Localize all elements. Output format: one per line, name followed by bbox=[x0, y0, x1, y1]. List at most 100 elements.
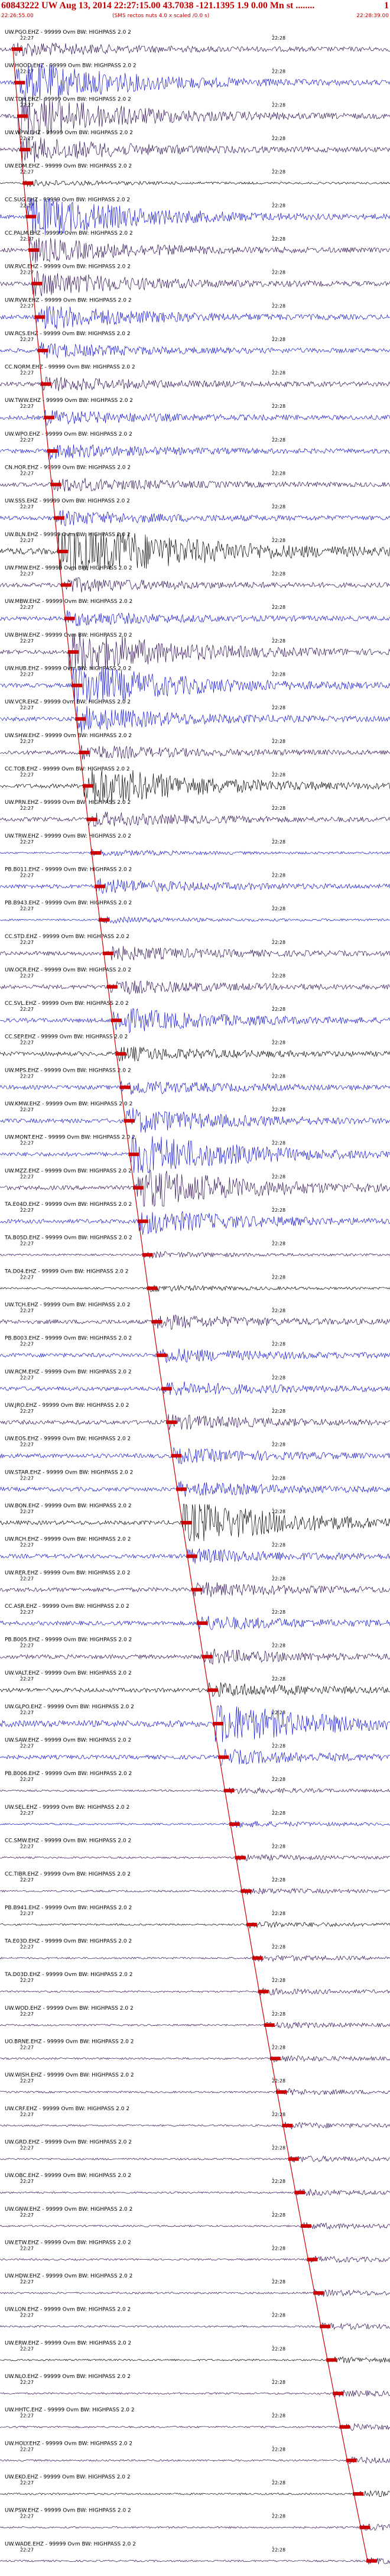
time-tick-label: 22:28 bbox=[272, 2112, 285, 2117]
channel-label: UW.MZZ.EHZ - 99999 Ovm BW: HIGHPASS 2.0 … bbox=[5, 1168, 132, 1174]
channel-label: UW.PGO.EHZ - 99999 Ovm BW: HIGHPASS 2.0 … bbox=[5, 30, 131, 35]
channel-label: TA.D03D.EHZ - 99999 Ovm BW: HIGHPASS 2.0… bbox=[4, 1972, 132, 1978]
time-tick-label: 22:28 bbox=[272, 2547, 285, 2552]
time-tick-label: 22:28 bbox=[272, 1911, 285, 1916]
time-tick-label: 22:28 bbox=[272, 1308, 285, 1313]
time-tick-label: 22:27 bbox=[20, 672, 34, 677]
time-tick-label: 22:27 bbox=[20, 2313, 34, 2318]
waveform-trace bbox=[0, 666, 390, 704]
waveform-trace bbox=[0, 410, 390, 426]
channel-row: UW.PRN.EHZ - 99999 Ovm BW: HIGHPASS 2.0 … bbox=[0, 800, 390, 827]
waveform-trace bbox=[0, 2557, 390, 2565]
channel-label: UW.TRW.EHZ - 99999 Ovm BW: HIGHPASS 2.0 … bbox=[5, 833, 131, 839]
time-tick-label: 22:27 bbox=[20, 1442, 34, 1448]
channel-label: PB.B003.EHZ - 99999 Ovm BW: HIGHPASS 2.0… bbox=[5, 1336, 132, 1342]
waveform-trace bbox=[0, 43, 390, 57]
channel-row: CC.SVL.EHZ - 99999 Ovm BW: HIGHPASS 2.0 … bbox=[0, 1001, 390, 1034]
channel-label: UW.NLO.EHZ - 99999 Ovm BW: HIGHPASS 2.0 … bbox=[5, 2374, 131, 2380]
time-tick-label: 22:27 bbox=[20, 1107, 34, 1112]
waveform-trace bbox=[0, 2490, 390, 2497]
channel-row: UW.JRO.EHZ - 99999 Ovm BW: HIGHPASS 2.0 … bbox=[0, 1403, 390, 1430]
channel-row: UW.TCH.EHZ - 99999 Ovm BW: HIGHPASS 2.0 … bbox=[0, 1302, 390, 1330]
time-tick-label: 22:28 bbox=[272, 35, 285, 41]
waveform-trace bbox=[0, 2322, 390, 2330]
channel-row: UW.NLO.EHZ - 99999 Ovm BW: HIGHPASS 2.0 … bbox=[0, 2374, 390, 2397]
waveform-trace bbox=[0, 577, 390, 593]
time-tick-label: 22:27 bbox=[20, 1710, 34, 1715]
time-tick-label: 22:28 bbox=[272, 1877, 285, 1883]
time-tick-label: 22:28 bbox=[272, 1543, 285, 1548]
pick-marker bbox=[366, 2559, 377, 2563]
channel-row: CC.SUG.EHZ - 99999 Ovm BW: HIGHPASS 2.0 … bbox=[0, 197, 390, 235]
time-tick-label: 22:28 bbox=[272, 303, 285, 309]
channel-label: UW.FMW.EHZ - 99999 Ovm BW: HIGHPASS 2.0 … bbox=[5, 566, 132, 572]
channel-row: UW.SAW.EHZ - 99999 Ovm BW: HIGHPASS 2.0 … bbox=[0, 1738, 390, 1766]
channel-label: UW.OCR.EHZ - 99999 Ovm BW: HIGHPASS 2.0 … bbox=[5, 967, 131, 973]
time-tick-label: 22:28 bbox=[272, 739, 285, 744]
channel-label: UW.MPS.EHZ - 99999 Ovm BW: HIGHPASS 2.0 … bbox=[5, 1068, 131, 1073]
channel-row: UW.WOD.EHZ - 99999 Ovm BW: HIGHPASS 2.0 … bbox=[0, 2006, 390, 2029]
channel-label: PB.B011.EHZ - 99999 Ovm BW: HIGHPASS 2.0… bbox=[5, 867, 132, 872]
time-tick-label: 22:28 bbox=[272, 1274, 285, 1280]
time-tick-label: 22:27 bbox=[20, 1543, 34, 1548]
channel-row: CC.NORM.EHZ - 99999 Ovm BW: HIGHPASS 2.0… bbox=[0, 365, 390, 391]
channel-row: UW.GLPO.EHZ - 99999 Ovm BW: HIGHPASS 2.0… bbox=[0, 1704, 390, 1743]
time-tick-label: 22:28 bbox=[272, 2045, 285, 2050]
time-tick-label: 22:27 bbox=[20, 2078, 34, 2084]
channel-label: UW.ETW.EHZ - 99999 Ovm BW: HIGHPASS 2.0 … bbox=[5, 2240, 131, 2246]
channel-row: CC.PALM.EHZ - 99999 Ovm BW: HIGHPASS 2.0… bbox=[0, 231, 390, 263]
time-tick-label: 22:27 bbox=[20, 1676, 34, 1682]
channel-row: CC.TOB.EHZ - 99999 Ovm BW: HIGHPASS 2.0 … bbox=[0, 766, 390, 804]
waveform-trace bbox=[0, 197, 390, 235]
time-tick-label: 22:28 bbox=[272, 839, 285, 845]
channel-label: UW.SEL.EHZ - 99999 Ovm BW: HIGHPASS 2.0 … bbox=[5, 1805, 129, 1811]
channel-label: CC.TIBR.EHZ - 99999 Ovm BW: HIGHPASS 2.0… bbox=[5, 1871, 131, 1877]
time-tick-label: 22:28 bbox=[272, 2447, 285, 2452]
channel-label: TA.D04.EHZ - 99999 Ovm BW: HIGHPASS 2.0 … bbox=[4, 1268, 129, 1274]
waveform-trace bbox=[0, 2221, 390, 2230]
time-tick-label: 22:28 bbox=[272, 940, 285, 945]
channel-row: UW.SSS.EHZ - 99999 Ovm BW: HIGHPASS 2.0 … bbox=[0, 498, 390, 527]
time-tick-label: 22:27 bbox=[20, 1610, 34, 1615]
time-tick-label: 22:27 bbox=[20, 2112, 34, 2117]
time-tick-label: 22:28 bbox=[272, 572, 285, 577]
time-tick-label: 22:27 bbox=[20, 772, 34, 777]
waveform-trace bbox=[0, 2523, 390, 2531]
channel-label: PB.B006.EHZ - 99999 Ovm BW: HIGHPASS 2.0… bbox=[5, 1771, 132, 1777]
channel-label: UW.JRO.EHZ - 99999 Ovm BW: HIGHPASS 2.0 … bbox=[5, 1403, 129, 1409]
waveform-trace bbox=[0, 980, 390, 995]
time-tick-label: 22:28 bbox=[272, 102, 285, 108]
channel-label: UW.BHW.EHZ - 99999 Ovm BW: HIGHPASS 2.0 … bbox=[5, 632, 132, 638]
channel-row: TA.D04.EHZ - 99999 Ovm BW: HIGHPASS 2.0 … bbox=[0, 1268, 390, 1292]
waveform-trace bbox=[0, 633, 390, 671]
channel-row: TA.B05D.EHZ - 99999 Ovm BW: HIGHPASS 2.0… bbox=[0, 1235, 390, 1259]
time-tick-label: 22:27 bbox=[20, 1073, 34, 1079]
time-tick-label: 22:27 bbox=[20, 2413, 34, 2419]
time-tick-label: 22:27 bbox=[20, 2514, 34, 2519]
time-tick-label: 22:27 bbox=[20, 2447, 34, 2452]
channel-row: CC.ASR.EHZ - 99999 Ovm BW: HIGHPASS 2.0 … bbox=[0, 1604, 390, 1630]
channel-row: UW.GRD.EHZ - 99999 Ovm BW: HIGHPASS 2.0 … bbox=[0, 2139, 390, 2163]
time-tick-label: 22:27 bbox=[20, 1978, 34, 1983]
waveform-trace bbox=[0, 1284, 390, 1292]
channel-row: CN.HOR.EHZ - 99999 Ovm BW: HIGHPASS 2.0 … bbox=[0, 465, 390, 492]
channel-row: UW.MZZ.EHZ - 99999 Ovm BW: HIGHPASS 2.0 … bbox=[0, 1168, 390, 1207]
channel-label: CC.SUG.EHZ - 99999 Ovm BW: HIGHPASS 2.0 … bbox=[5, 197, 130, 203]
channel-row: PB.B011.EHZ - 99999 Ovm BW: HIGHPASS 2.0… bbox=[0, 867, 390, 894]
time-tick-label: 22:28 bbox=[272, 1811, 285, 1816]
waveform-trace bbox=[0, 179, 390, 187]
channel-row: UW.MPS.EHZ - 99999 Ovm BW: HIGHPASS 2.0 … bbox=[0, 1068, 390, 1095]
time-tick-label: 22:27 bbox=[20, 1744, 34, 1749]
channel-row: UW.WPW.EHZ - 99999 Ovm BW: HIGHPASS 2.0 … bbox=[0, 130, 390, 163]
channel-row: CC.TIBR.EHZ - 99999 Ovm BW: HIGHPASS 2.0… bbox=[0, 1871, 390, 1895]
waveform-trace bbox=[0, 270, 390, 297]
time-tick-label: 22:28 bbox=[272, 2145, 285, 2150]
channel-label: UW.BLN.EHZ - 99999 Ovm BW: HIGHPASS 2.0 … bbox=[5, 532, 131, 538]
time-tick-label: 22:27 bbox=[20, 1241, 34, 1247]
time-tick-label: 22:28 bbox=[272, 337, 285, 342]
time-tick-label: 22:28 bbox=[272, 906, 285, 911]
time-tick-label: 22:28 bbox=[272, 2413, 285, 2419]
time-tick-label: 22:28 bbox=[272, 471, 285, 476]
waveform-trace bbox=[0, 2188, 390, 2197]
channel-label: UW.LON.EHZ - 99999 Ovm BW: HIGHPASS 2.0 … bbox=[5, 2307, 131, 2313]
